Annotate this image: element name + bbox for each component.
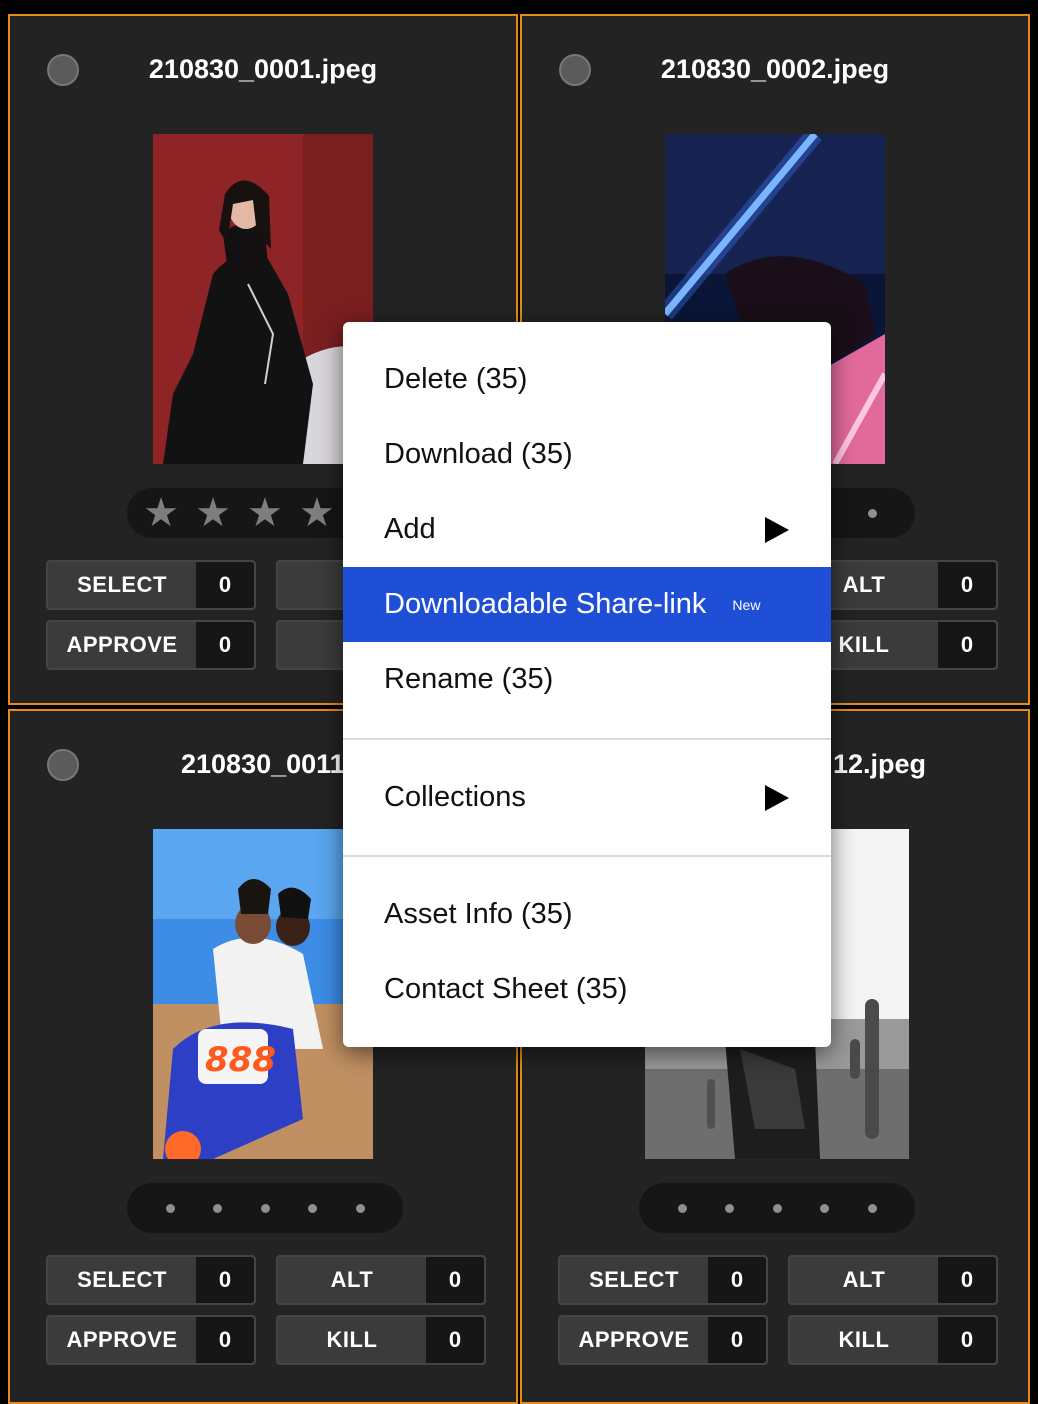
approve-label: APPROVE [578,1327,690,1352]
rating-dot[interactable] [308,1203,317,1213]
menu-item-download[interactable]: Download (35) [343,417,831,492]
kill-count: 0 [938,1317,996,1363]
rating-dot[interactable] [725,1203,734,1213]
alt-count: 0 [426,1257,484,1303]
menu-item-rename[interactable]: Rename (35) [343,642,831,717]
approve-label: APPROVE [66,632,178,657]
kill-label: KILL [326,1327,378,1352]
menu-item-label: Add [384,513,436,545]
menu-item-delete[interactable]: Delete (35) [343,342,831,417]
asset-thumbnail[interactable] [153,134,373,464]
kill-label: KILL [838,1327,890,1352]
menu-divider [343,738,831,740]
alt-count: 0 [938,1257,996,1303]
asset-thumbnail[interactable]: 888 [153,829,373,1159]
kill-button[interactable]: KILL 0 [788,1315,998,1365]
star-icon[interactable]: ★ [195,493,231,533]
approve-button[interactable]: APPROVE 0 [558,1315,768,1365]
select-label: SELECT [589,1267,679,1292]
star-rating[interactable] [127,1183,403,1233]
star-icon[interactable]: ★ [299,493,335,533]
select-count: 0 [196,1257,254,1303]
kill-count: 0 [938,622,996,668]
asset-filename: 12.jpeg [833,749,927,779]
menu-item-contact-sheet[interactable]: Contact Sheet (35) [343,952,831,1027]
asset-filename: 210830_0002.jpeg [660,54,890,84]
select-button[interactable]: SELECT 0 [46,560,256,610]
select-button[interactable]: SELECT 0 [558,1255,768,1305]
approve-count: 0 [196,1317,254,1363]
rating-dot[interactable] [213,1203,222,1213]
menu-item-add[interactable]: Add [343,492,831,567]
rating-dot[interactable] [260,1203,270,1213]
rating-dot[interactable] [867,1203,877,1213]
select-button[interactable]: SELECT 0 [46,1255,256,1305]
rating-dot[interactable] [772,1203,782,1213]
approve-label: APPROVE [66,1327,178,1352]
rating-dot[interactable] [677,1203,687,1213]
new-badge: New [732,596,761,613]
kill-count: 0 [426,1317,484,1363]
star-rating[interactable] [639,1183,915,1233]
menu-item-label: Contact Sheet (35) [384,973,628,1005]
submenu-arrow-icon [765,784,789,811]
select-label: SELECT [77,1267,167,1292]
menu-divider [343,855,831,857]
select-count: 0 [708,1257,766,1303]
context-menu: Delete (35) Download (35) Add Downloadab… [343,322,831,1047]
star-icon[interactable]: ★ [143,493,179,533]
menu-item-collections[interactable]: Collections [343,760,831,835]
star-icon[interactable]: ★ [247,493,283,533]
rating-dot[interactable] [165,1203,175,1213]
menu-item-label: Delete (35) [384,363,528,395]
rating-dot[interactable] [355,1203,365,1213]
alt-label: ALT [842,1267,886,1292]
menu-item-label: Download (35) [384,438,573,470]
menu-item-label: Collections [384,781,526,813]
alt-label: ALT [330,1267,374,1292]
menu-item-asset-info[interactable]: Asset Info (35) [343,877,831,952]
approve-button[interactable]: APPROVE 0 [46,1315,256,1365]
submenu-arrow-icon [765,516,789,543]
menu-item-label: Downloadable Share-link [384,588,707,620]
select-label: SELECT [77,572,167,597]
svg-text:888: 888 [205,1040,276,1080]
kill-button[interactable]: KILL 0 [276,1315,486,1365]
rating-dot[interactable] [867,508,877,518]
alt-button[interactable]: ALT 0 [788,1255,998,1305]
approve-button[interactable]: APPROVE 0 [46,620,256,670]
menu-item-downloadable-share-link[interactable]: Downloadable Share-link New [343,567,831,642]
alt-count: 0 [938,562,996,608]
asset-filename: 210830_0001.jpeg [148,54,378,84]
alt-button[interactable]: ALT 0 [276,1255,486,1305]
rating-dot[interactable] [820,1203,829,1213]
approve-count: 0 [196,622,254,668]
menu-item-label: Rename (35) [384,663,554,695]
selection-circle-icon[interactable] [47,749,79,781]
approve-count: 0 [708,1317,766,1363]
select-count: 0 [196,562,254,608]
menu-item-label: Asset Info (35) [384,898,573,930]
